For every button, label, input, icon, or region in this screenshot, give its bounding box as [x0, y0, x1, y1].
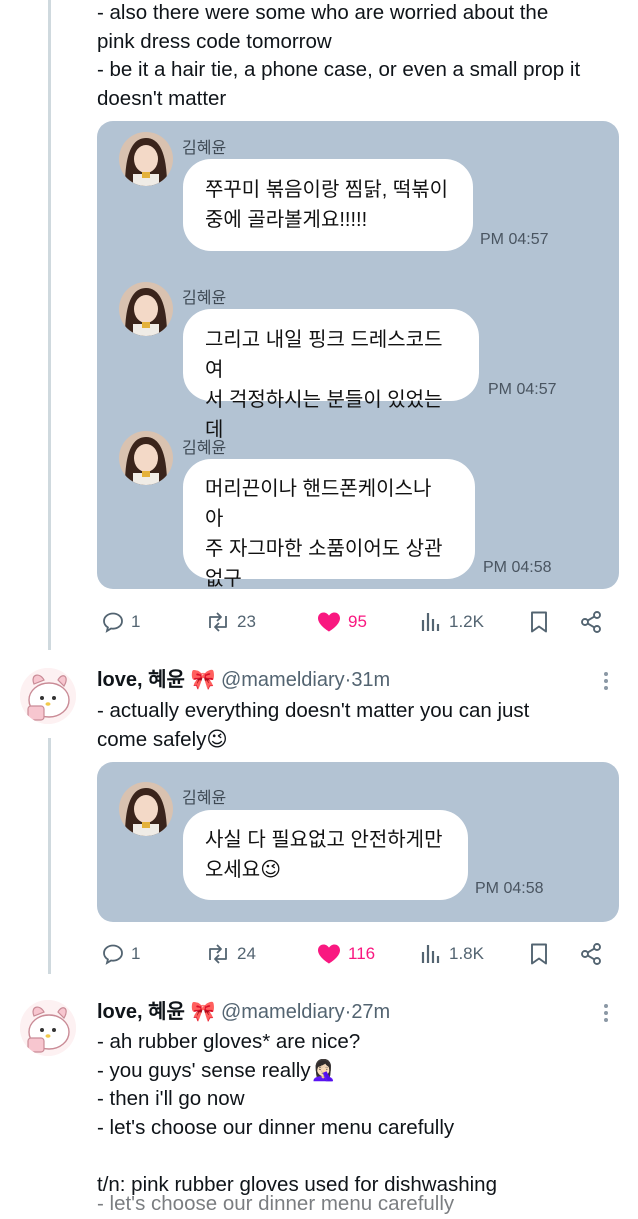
heart-icon	[318, 944, 340, 964]
message-bubble: 쭈꾸미 볶음이랑 찜닭, 떡볶이 중에 골라볼게요!!!!!	[183, 159, 473, 251]
heart-icon	[318, 612, 340, 632]
message-time: PM 04:57	[488, 381, 557, 398]
like-button[interactable]: 116	[316, 934, 375, 974]
repost-count: 24	[237, 944, 256, 963]
tweet-actions: 1 24 116 1.8K	[97, 934, 637, 974]
message-time: PM 04:58	[475, 880, 544, 897]
thread-line	[48, 0, 51, 650]
like-count: 95	[348, 612, 367, 631]
tweet-text: - actually everything doesn't matter you…	[97, 699, 530, 751]
author-avatar[interactable]	[20, 1000, 76, 1056]
views-icon	[421, 613, 440, 631]
sender-avatar	[119, 782, 173, 836]
views-count: 1.8K	[449, 944, 484, 963]
share-button[interactable]	[579, 602, 603, 642]
author-handle[interactable]: @mameldiary	[221, 669, 345, 691]
reply-icon	[103, 944, 123, 965]
sender-name: 김혜윤	[182, 440, 227, 457]
repost-icon	[209, 612, 227, 632]
reply-button[interactable]: 1	[101, 602, 140, 642]
bookmark-button[interactable]	[527, 934, 551, 974]
views-count: 1.2K	[449, 612, 484, 631]
tweet-text: - also there were some who are worried a…	[97, 1, 581, 110]
reply-icon	[103, 612, 123, 633]
share-icon	[581, 943, 601, 965]
repost-button[interactable]: 24	[205, 934, 256, 974]
tweet-actions: 1 23 95 1.2K	[97, 602, 637, 642]
sender-name: 김혜윤	[182, 290, 227, 307]
repost-button[interactable]: 23	[205, 602, 256, 642]
tweet-header: love, 혜윤 🎀 @mameldiary·27m	[97, 998, 390, 1026]
author-avatar[interactable]	[20, 668, 76, 724]
message-bubble: 그리고 내일 핑크 드레스코드여 서 걱정하시는 분들이 있었는데	[183, 309, 479, 441]
sender-avatar	[119, 132, 173, 186]
bookmark-icon	[531, 611, 547, 633]
message-bubble: 머리끈이나 핸드폰케이스나 아 주 자그마한 소품이어도 상관 없구	[183, 459, 475, 589]
tweet-timestamp[interactable]: 27m	[351, 1001, 390, 1023]
bookmark-icon	[531, 943, 547, 965]
views-icon	[421, 945, 440, 963]
like-button[interactable]: 95	[316, 602, 367, 642]
author-handle[interactable]: @mameldiary	[221, 1001, 345, 1023]
chat-screenshot[interactable]: 김혜윤 사실 다 필요없고 안전하게만 오세요😉 PM 04:58	[97, 762, 619, 922]
thread-line	[48, 738, 51, 974]
overflow-text: - let's choose our dinner menu carefully	[97, 1192, 455, 1215]
tweet-header: love, 혜윤 🎀 @mameldiary·31m	[97, 666, 390, 694]
message-time: PM 04:58	[483, 559, 552, 576]
more-icon[interactable]	[596, 999, 616, 1027]
like-count: 116	[348, 944, 376, 963]
reply-button[interactable]: 1	[101, 934, 140, 974]
reply-count: 1	[131, 944, 141, 963]
views-button[interactable]: 1.8K	[419, 934, 484, 974]
repost-icon	[209, 944, 227, 964]
message-time: PM 04:57	[480, 231, 549, 248]
share-button[interactable]	[579, 934, 603, 974]
author-name[interactable]: love, 혜윤 🎀	[97, 1001, 215, 1023]
bookmark-button[interactable]	[527, 602, 551, 642]
author-name[interactable]: love, 혜윤 🎀	[97, 669, 215, 691]
share-icon	[581, 611, 601, 633]
chat-screenshot[interactable]: 김혜윤 쭈꾸미 볶음이랑 찜닭, 떡볶이 중에 골라볼게요!!!!! PM 04…	[97, 121, 619, 589]
message-bubble: 사실 다 필요없고 안전하게만 오세요😉	[183, 810, 468, 900]
tweet-text: - ah rubber gloves* are nice? - you guys…	[97, 1030, 497, 1196]
sender-name: 김혜윤	[182, 140, 227, 157]
more-icon[interactable]	[596, 667, 616, 695]
repost-count: 23	[237, 612, 256, 631]
tweet-timestamp[interactable]: 31m	[351, 669, 390, 691]
reply-count: 1	[131, 612, 141, 631]
sender-avatar	[119, 282, 173, 336]
sender-name: 김혜윤	[182, 790, 227, 807]
sender-avatar	[119, 431, 173, 485]
views-button[interactable]: 1.2K	[419, 602, 484, 642]
